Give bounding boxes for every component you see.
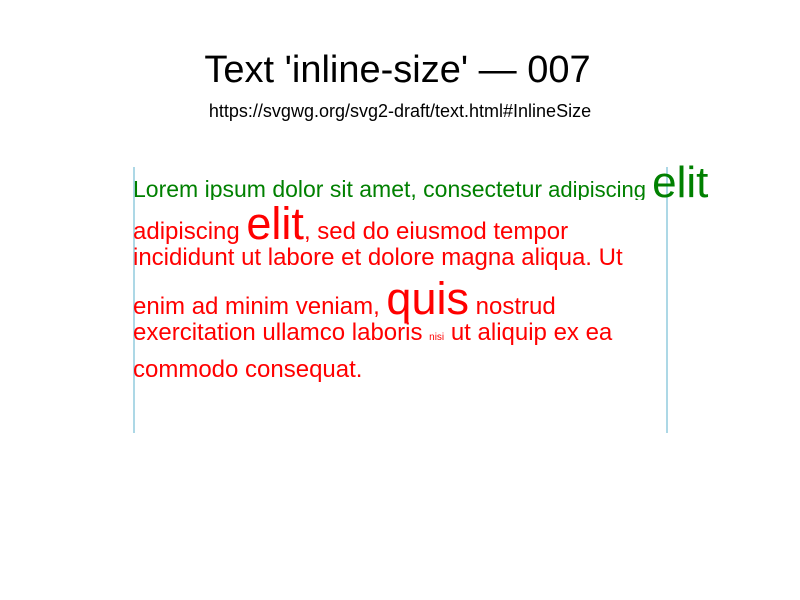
reference-text-part-1: Lorem ipsum dolor sit amet, consectetur (133, 176, 543, 200)
test-text-line-3: enim ad minim veniam, quis nostrud (133, 276, 556, 321)
test-text-line-5: commodo consequat. (133, 358, 362, 382)
test-line-1-text-b: , sed do eiusmod tempor (303, 218, 569, 245)
test-line-3-large-word: quis (386, 273, 469, 324)
reference-text-large-word: elit (652, 158, 709, 200)
test-line-4-small-word: nisi (429, 332, 445, 343)
test-line-3-text-a: enim ad minim veniam, (133, 293, 387, 320)
page-title: Text 'inline-size' — 007 (204, 49, 591, 91)
test-line-4-text-a: exercitation ullamco laboris (133, 319, 430, 346)
test-line-4-text-b: ut aliquip ex ea (444, 319, 613, 346)
test-line-2-text: incididunt ut labore et dolore magna ali… (133, 244, 623, 271)
test-text-line-4: exercitation ullamco laboris nisi ut ali… (133, 321, 612, 345)
spec-url: https://svgwg.org/svg2-draft/text.html#I… (208, 101, 592, 121)
test-line-1-text-a: adipiscing (133, 218, 247, 245)
test-line-3-text-b: nostrud (468, 293, 556, 320)
test-text-line-2: incididunt ut labore et dolore magna ali… (133, 246, 623, 270)
test-line-5-text: commodo consequat. (133, 356, 363, 383)
test-text-line-1: adipiscing elit, sed do eiusmod tempor (133, 201, 568, 246)
reference-text-part-2: adipiscing (542, 177, 653, 200)
reference-text-line: Lorem ipsum dolor sit amet, consectetur … (133, 148, 800, 200)
inline-size-end-guide (666, 167, 668, 433)
test-line-1-large-word: elit (246, 198, 304, 249)
